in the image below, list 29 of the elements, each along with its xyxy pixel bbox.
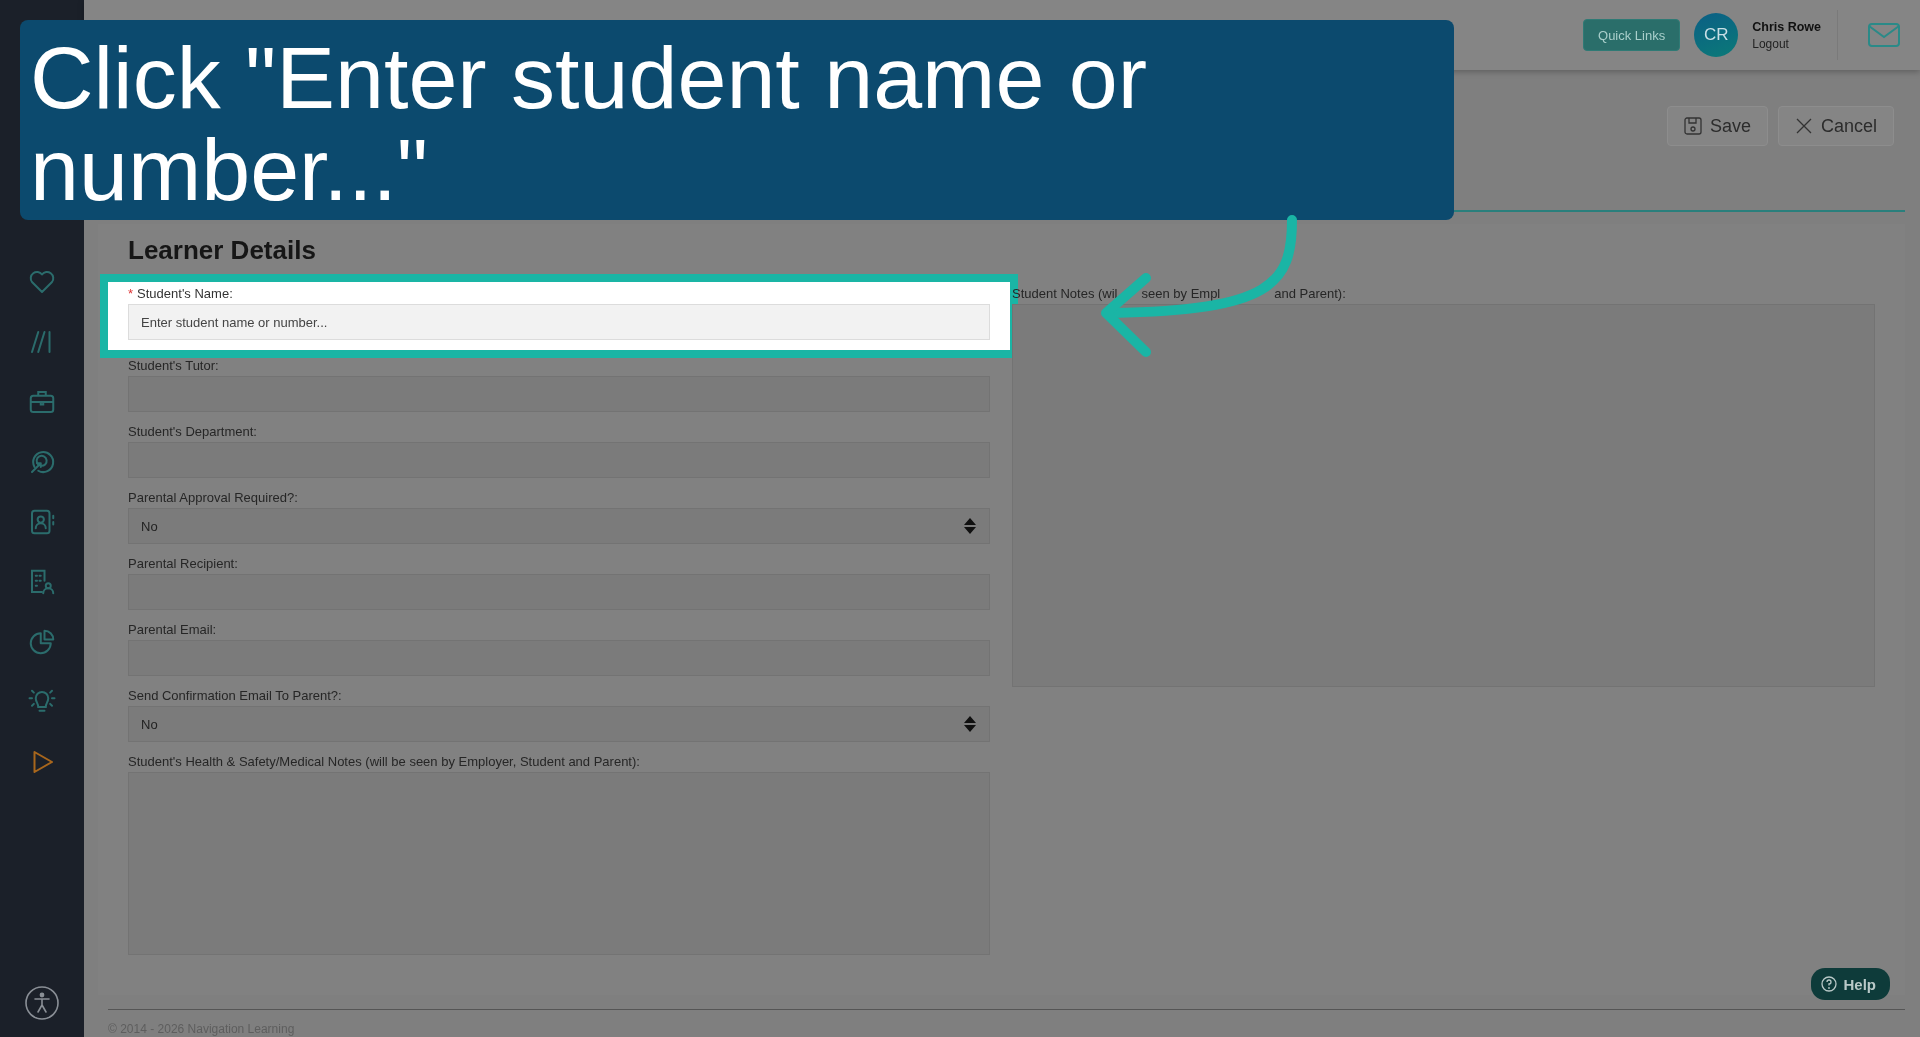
- field-label: Student's Health & Safety/Medical Notes (will be seen by Employer, Student and Parent):: [128, 754, 641, 770]
- user-avatar[interactable]: CR: [1694, 13, 1739, 57]
- textarea-field[interactable]: [1012, 304, 1875, 687]
- field-label: Parental Email:: [128, 622, 218, 638]
- field-label: * Student's Name:: [128, 286, 234, 302]
- accessibility-icon[interactable]: [24, 985, 60, 1021]
- section-title: Learner Details: [128, 234, 317, 267]
- help-button[interactable]: Help: [1811, 968, 1890, 1000]
- field-label: and Parent):: [1274, 286, 1346, 302]
- select-field[interactable]: No: [128, 508, 990, 544]
- save-icon: [1683, 117, 1702, 135]
- pie-chart-icon[interactable]: [27, 627, 57, 657]
- quick-links-button[interactable]: Quick Links: [1583, 19, 1681, 51]
- cancel-button[interactable]: Cancel: [1777, 106, 1894, 146]
- field-label: Student's Department:: [128, 424, 258, 440]
- close-icon: [1794, 117, 1813, 135]
- help-icon: [1821, 976, 1838, 992]
- field-label: Send Confirmation Email To Parent?:: [128, 688, 343, 704]
- save-button[interactable]: Save: [1666, 106, 1768, 146]
- field-label: Student's Tutor:: [128, 358, 220, 374]
- field-label: seen by Empl: [1141, 286, 1221, 302]
- field-label: Parental Recipient:: [128, 556, 239, 572]
- sort-caret-icon: [963, 715, 977, 733]
- instruction-callout: Click "Enter student name or number...": [20, 20, 1454, 220]
- field-label: Parental Approval Required?:: [128, 490, 299, 506]
- select-field[interactable]: No: [128, 706, 990, 742]
- user-name: Chris Rowe: [1752, 19, 1821, 34]
- logout-link[interactable]: Logout: [1752, 36, 1821, 51]
- sort-caret-icon: [963, 517, 977, 535]
